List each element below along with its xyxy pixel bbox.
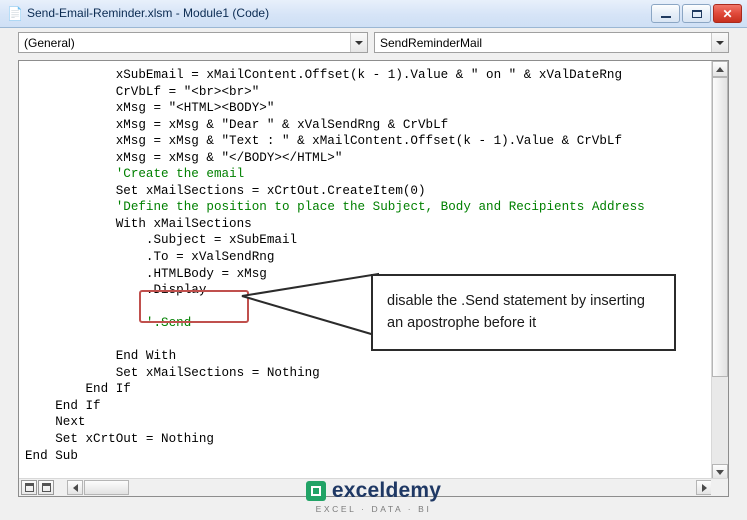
callout-text: disable the .Send statement by inserting…	[387, 293, 645, 331]
procedure-dropdown-value: SendReminderMail	[380, 36, 483, 50]
send-statement-highlight	[139, 290, 249, 323]
combo-row: (General) SendReminderMail	[0, 29, 747, 56]
close-button[interactable]: ✕	[713, 4, 742, 23]
vba-module-icon: 📄	[7, 6, 24, 21]
vertical-scrollbar-thumb[interactable]	[712, 77, 728, 377]
chevron-down-icon[interactable]	[711, 33, 728, 52]
procedure-dropdown[interactable]: SendReminderMail	[374, 32, 729, 53]
close-icon: ✕	[722, 6, 733, 21]
code-editor[interactable]: xSubEmail = xMailContent.Offset(k - 1).V…	[19, 61, 712, 480]
title-bar: 📄 Send-Email-Reminder.xlsm - Module1 (Co…	[0, 0, 747, 28]
watermark-brand: exceldemy	[332, 479, 441, 503]
watermark: exceldemy EXCEL · DATA · BI	[0, 476, 747, 516]
watermark-brand-text: exceldemy	[331, 478, 442, 502]
scroll-down-icon	[716, 469, 724, 475]
code-text[interactable]: xSubEmail = xMailContent.Offset(k - 1).V…	[19, 61, 712, 464]
watermark-tagline: EXCEL · DATA · BI	[315, 503, 432, 514]
chevron-down-icon[interactable]	[350, 33, 367, 52]
minimize-button[interactable]	[651, 4, 680, 23]
maximize-button[interactable]	[682, 4, 711, 23]
window-title: Send-Email-Reminder.xlsm - Module1 (Code…	[27, 6, 270, 20]
window-controls: ✕	[651, 4, 742, 23]
maximize-icon	[691, 9, 702, 18]
vba-editor-window: 📄 Send-Email-Reminder.xlsm - Module1 (Co…	[0, 0, 747, 520]
object-dropdown[interactable]: (General)	[18, 32, 368, 53]
scroll-up-button[interactable]	[712, 61, 728, 77]
exceldemy-logo-icon	[305, 480, 326, 501]
callout-box: disable the .Send statement by inserting…	[371, 274, 676, 351]
vertical-scrollbar-track[interactable]	[712, 377, 728, 464]
scroll-up-icon	[716, 66, 724, 72]
minimize-icon	[660, 15, 671, 18]
watermark-row: exceldemy	[305, 479, 441, 503]
object-dropdown-value: (General)	[24, 36, 75, 50]
vertical-scrollbar[interactable]	[711, 61, 728, 480]
